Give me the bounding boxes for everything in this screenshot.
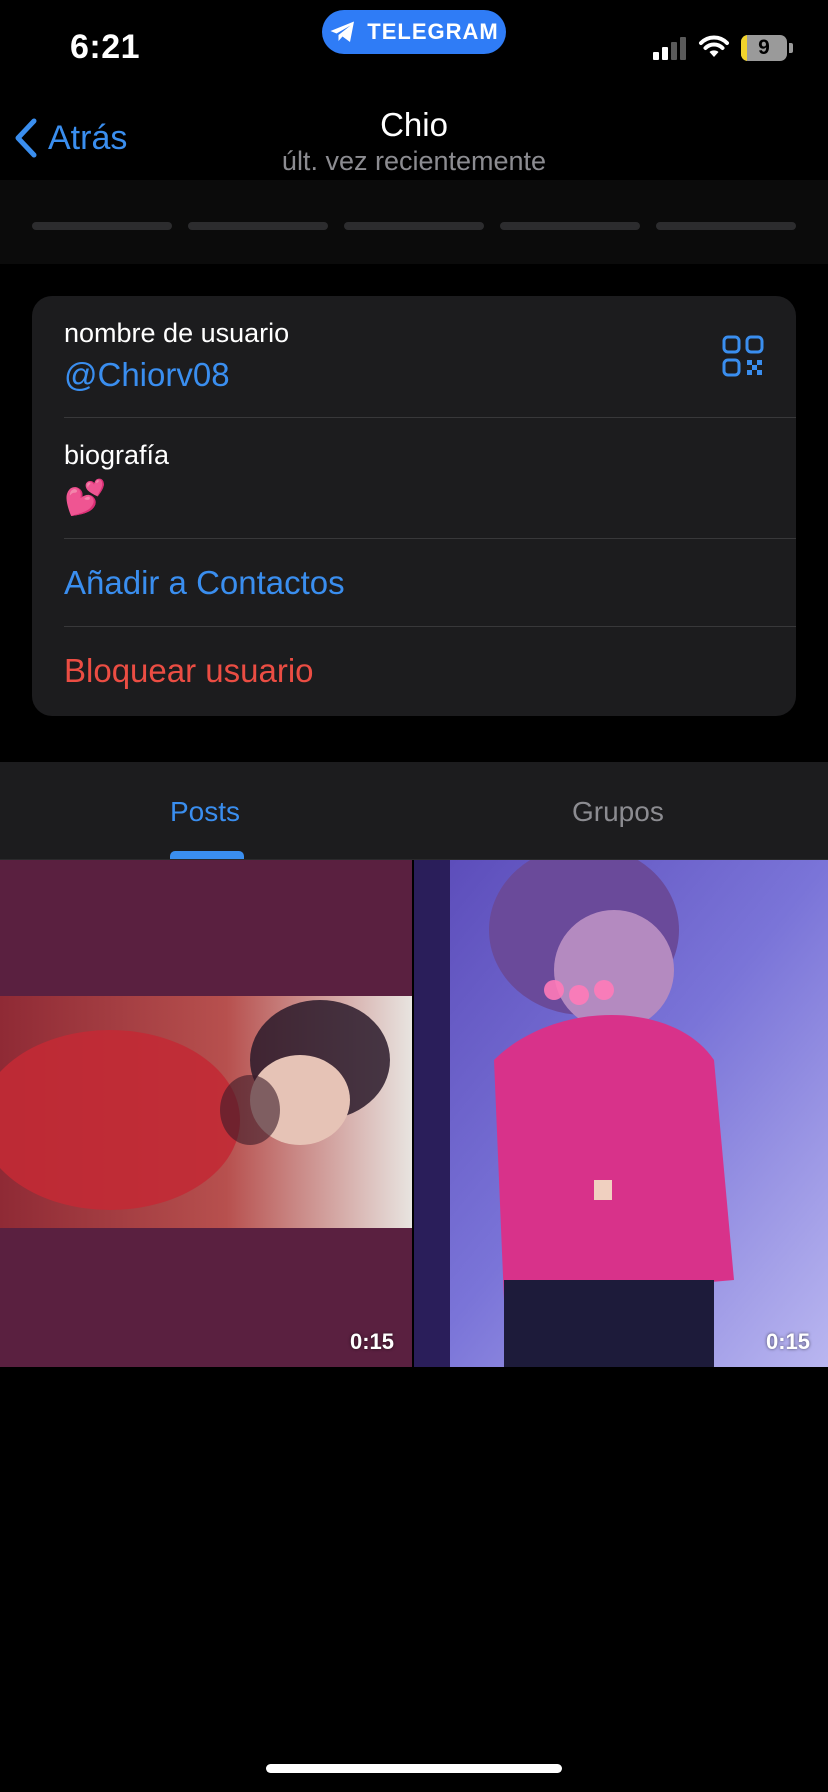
video-thumbnail-image: [0, 860, 412, 1367]
tab-groups[interactable]: Grupos: [572, 796, 664, 828]
telegram-pill-label: TELEGRAM: [367, 19, 499, 44]
qr-code-icon[interactable]: [722, 335, 764, 377]
media-thumbnail[interactable]: 0:15: [414, 860, 828, 1367]
cellular-signal-icon: [653, 36, 686, 60]
story-placeholder: [32, 222, 172, 230]
telegram-pill[interactable]: TELEGRAM: [322, 10, 506, 54]
video-duration: 0:15: [765, 1329, 810, 1354]
battery-level: 9: [758, 36, 770, 59]
battery-tip: [789, 43, 793, 53]
tab-posts[interactable]: Posts: [170, 796, 240, 828]
status-time: 6:21: [70, 28, 141, 66]
media-thumbnail[interactable]: 0:15: [0, 860, 412, 1367]
tabs-bar: [0, 762, 828, 860]
add-to-contacts-button[interactable]: Añadir a Contactos: [64, 564, 345, 602]
story-placeholder: [500, 222, 640, 230]
story-placeholder: [344, 222, 484, 230]
username-value[interactable]: @Chiorv08: [64, 356, 230, 394]
chat-title[interactable]: Chio: [0, 106, 828, 144]
battery-level-fill: [741, 35, 747, 61]
wifi-icon: [699, 35, 729, 57]
block-user-button[interactable]: Bloquear usuario: [64, 652, 314, 690]
video-thumbnail-image: [414, 860, 828, 1367]
telegram-icon: [330, 21, 355, 42]
battery-icon: 9: [741, 35, 787, 61]
home-indicator[interactable]: [266, 1764, 562, 1773]
divider: [64, 538, 796, 539]
story-placeholder: [656, 222, 796, 230]
bio-label: biografía: [64, 440, 170, 470]
divider: [64, 626, 796, 627]
story-placeholder: [188, 222, 328, 230]
last-seen-status: últ. vez recientemente: [281, 146, 547, 176]
video-duration: 0:15: [349, 1329, 394, 1354]
bio-value: 💕: [64, 479, 107, 517]
divider: [64, 417, 796, 418]
username-label: nombre de usuario: [64, 318, 290, 348]
